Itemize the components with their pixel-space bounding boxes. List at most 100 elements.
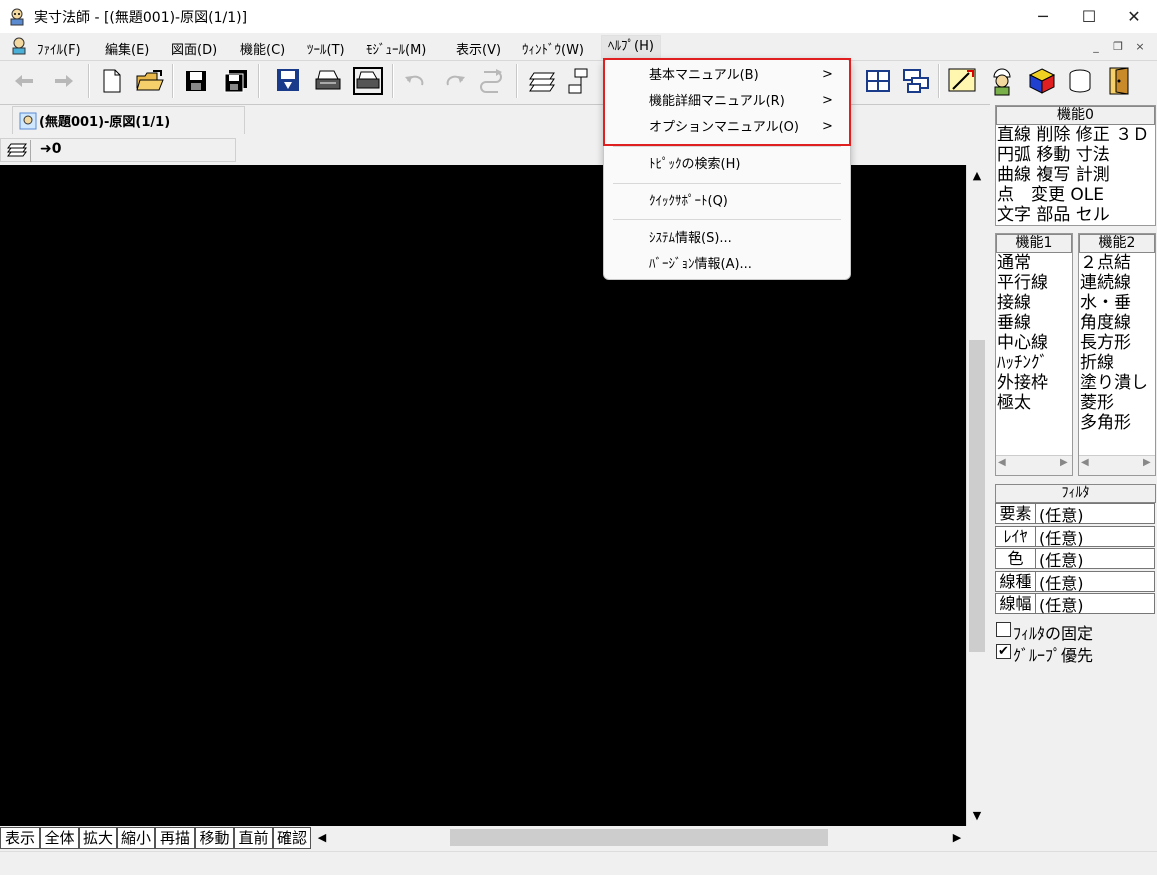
maximize-button[interactable]: ☐ [1066,0,1112,33]
scroll-down-button[interactable]: ▼ [968,807,986,825]
function1-item[interactable]: 平行線 [997,273,1048,293]
filter-fix-checkbox[interactable] [996,622,1011,637]
zoom-in-button[interactable]: 拡大 [79,827,117,849]
mdi-restore-button[interactable]: ❐ [1110,37,1126,55]
scroll-right-button[interactable]: ▶ [1143,457,1151,468]
redo-icon[interactable] [438,64,470,98]
undo-icon[interactable] [400,64,432,98]
filter-color-row[interactable]: 色 (任意) [995,548,1155,570]
function2-item[interactable]: 菱形 [1080,393,1114,413]
minimize-button[interactable]: ─ [1020,0,1066,33]
filter-linetype-row[interactable]: 線種 (任意) [995,571,1155,593]
scroll-left-button[interactable]: ◀ [998,457,1006,468]
previous-view-button[interactable]: 直前 [234,827,273,849]
filter-header: ﾌｨﾙﾀ [995,484,1156,503]
menu-window[interactable]: ｳｨﾝﾄﾞｳ(W) [520,39,586,58]
back-arrow-icon[interactable] [8,64,40,98]
app-icon[interactable] [8,8,26,26]
status-bar [0,851,1157,875]
help-system-info[interactable]: ｼｽﾃﾑ情報(S)... [603,226,851,252]
function2-item[interactable]: 多角形 [1080,413,1131,433]
toolbar-separator [392,64,394,98]
save-all-icon[interactable] [220,64,252,98]
mdi-close-button[interactable]: × [1132,37,1148,55]
function2-item[interactable]: ２点結 [1080,253,1131,273]
function2-item[interactable]: 長方形 [1080,333,1131,353]
filter-value: (任意) [1039,505,1084,525]
mdi-minimize-button[interactable]: _ [1088,37,1104,55]
filter-value: (任意) [1039,528,1084,548]
scroll-left-button[interactable]: ◀ [313,828,331,847]
3d-cube-icon[interactable] [1026,64,1058,98]
filter-linewidth-row[interactable]: 線幅 (任意) [995,593,1155,615]
group-priority-checkbox[interactable]: ✔ [996,644,1011,659]
menu-separator [613,219,841,220]
function2-item[interactable]: 水・垂 [1080,293,1131,313]
function2-item[interactable]: 折線 [1080,353,1114,373]
scroll-right-button[interactable]: ▶ [948,828,966,847]
function0-row[interactable]: 点 変更 OLE [997,185,1104,205]
forward-arrow-icon[interactable] [48,64,80,98]
function2-item[interactable]: 角度線 [1080,313,1131,333]
redraw-button[interactable]: 再描 [155,827,195,849]
help-version-info[interactable]: ﾊﾞｰｼﾞｮﾝ情報(A)... [603,252,851,278]
close-button[interactable]: ✕ [1111,0,1157,33]
open-folder-icon[interactable] [134,64,166,98]
menu-module[interactable]: ﾓｼﾞｭｰﾙ(M) [364,39,428,58]
menu-function[interactable]: 機能(C) [238,39,287,58]
drawing-tool-icon[interactable] [946,64,978,98]
scroll-left-button[interactable]: ◀ [1081,457,1089,468]
function1-item[interactable]: 垂線 [997,313,1031,333]
scroll-right-button[interactable]: ▶ [1060,457,1068,468]
filter-layer-row[interactable]: ﾚｲﾔ (任意) [995,526,1155,548]
menu-file[interactable]: ﾌｧｲﾙ(F) [35,39,83,58]
menu-edit[interactable]: 編集(E) [103,39,151,58]
layers-icon[interactable] [526,64,558,98]
function1-item[interactable]: 通常 [997,253,1031,273]
repeat-icon[interactable] [476,64,508,98]
window-tile-icon[interactable] [862,64,894,98]
layer-list-icon[interactable] [564,64,596,98]
horizontal-scroll-thumb[interactable] [450,829,828,846]
help-quick-support[interactable]: ｸｲｯｸｻﾎﾟｰﾄ(Q) [603,189,851,215]
confirm-button[interactable]: 確認 [273,827,311,849]
layer-stack-icon[interactable] [6,141,28,159]
menu-tool[interactable]: ﾂｰﾙ(T) [305,39,347,58]
document-icon[interactable] [10,37,28,55]
function2-item[interactable]: 連続線 [1080,273,1131,293]
function0-row[interactable]: 文字 部品 セル [997,205,1110,225]
filter-fix-label: ﾌｨﾙﾀの固定 [1013,624,1094,643]
help-topic-search[interactable]: ﾄﾋﾟｯｸの検索(H) [603,152,851,178]
function1-item[interactable]: 極太 [997,393,1031,413]
window-cascade-icon[interactable] [900,64,932,98]
view-all-button[interactable]: 全体 [40,827,79,849]
function0-row[interactable]: 円弧 移動 寸法 [997,145,1110,165]
menu-drawing[interactable]: 図面(D) [169,39,219,58]
group-priority-label: ｸﾞﾙｰﾌﾟ優先 [1013,646,1094,665]
filter-element-row[interactable]: 要素 (任意) [995,503,1155,525]
tab-document[interactable]: (無題001)-原図(1/1) [12,106,245,134]
function0-row[interactable]: 曲線 複写 計測 [997,165,1110,185]
function1-item[interactable]: 中心線 [997,333,1048,353]
vertical-scroll-thumb[interactable] [969,340,985,652]
new-file-icon[interactable] [96,64,128,98]
function1-item[interactable]: 接線 [997,293,1031,313]
scroll-up-button[interactable]: ▲ [968,167,986,185]
exit-door-icon[interactable] [1104,64,1136,98]
view-display-button[interactable]: 表示 [0,827,40,849]
function2-item[interactable]: 塗り潰し [1080,373,1148,393]
menu-help[interactable]: ﾍﾙﾌﾟ(H) [601,35,661,59]
function1-item[interactable]: ﾊｯﾁﾝｸﾞ [997,353,1048,373]
layer-indicator [0,138,236,162]
function0-row[interactable]: 直線 削除 修正 ３Ｄ [997,125,1149,145]
print-preview-icon[interactable] [352,64,384,98]
cylinder-icon[interactable] [1064,64,1096,98]
zoom-out-button[interactable]: 縮小 [117,827,155,849]
menu-view[interactable]: 表示(V) [454,39,503,58]
save-icon[interactable] [180,64,212,98]
function1-item[interactable]: 外接枠 [997,373,1048,393]
print-icon[interactable] [312,64,344,98]
worker-icon[interactable] [986,64,1018,98]
save-as-icon[interactable] [272,64,304,98]
pan-button[interactable]: 移動 [195,827,234,849]
